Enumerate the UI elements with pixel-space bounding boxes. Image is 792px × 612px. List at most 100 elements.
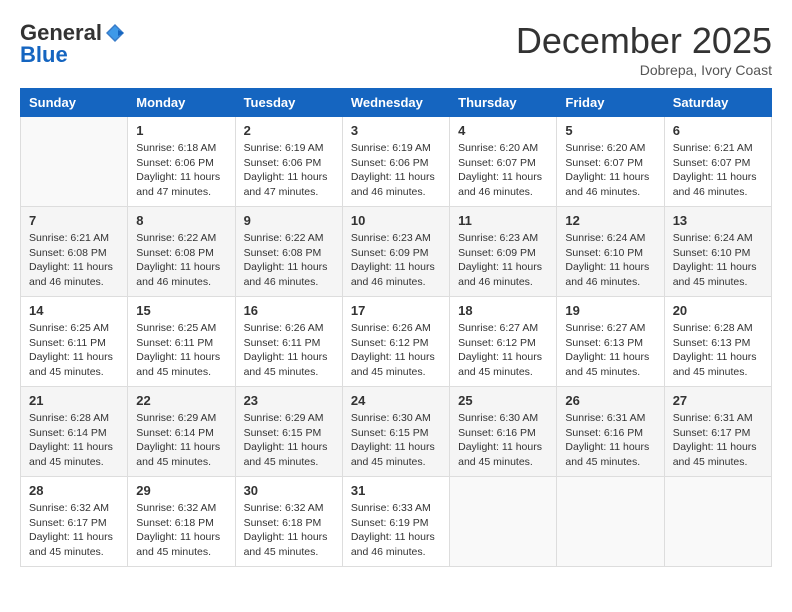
day-number: 16: [244, 303, 334, 318]
calendar-cell: 30Sunrise: 6:32 AM Sunset: 6:18 PM Dayli…: [235, 477, 342, 567]
day-info: Sunrise: 6:26 AM Sunset: 6:12 PM Dayligh…: [351, 321, 441, 380]
calendar-cell: 19 Sunrise: 6:27 AM Sunset: 6:13 PM Dayli…: [557, 297, 664, 387]
day-of-week-header: Sunday: [21, 89, 128, 117]
calendar-cell: 12 Sunrise: 6:24 AM Sunset: 6:10 PM Dayli…: [557, 207, 664, 297]
day-info: Sunrise: 6:31 AM Sunset: 6:16 PM Dayligh…: [565, 411, 655, 470]
calendar-cell: 20 Sunrise: 6:28 AM Sunset: 6:13 PM Dayli…: [664, 297, 771, 387]
calendar-cell: 29 Sunrise: 6:32 AM Sunset: 6:18 PM Dayli…: [128, 477, 235, 567]
day-info: Sunrise: 6:19 AM Sunset: 6:06 PM Dayligh…: [244, 141, 334, 200]
day-info: Sunrise: 6:30 AM Sunset: 6:16 PM Dayligh…: [458, 411, 548, 470]
calendar-cell: 31Sunrise: 6:33 AM Sunset: 6:19 PM Dayli…: [342, 477, 449, 567]
calendar-week-row: 28 Sunrise: 6:32 AM Sunset: 6:17 PM Dayli…: [21, 477, 772, 567]
day-info: Sunrise: 6:28 AM Sunset: 6:14 PM Dayligh…: [29, 411, 119, 470]
calendar-week-row: 1Sunrise: 6:18 AM Sunset: 6:06 PM Daylig…: [21, 117, 772, 207]
calendar-cell: 13 Sunrise: 6:24 AM Sunset: 6:10 PM Dayli…: [664, 207, 771, 297]
day-number: 14: [29, 303, 119, 318]
calendar-cell: 28 Sunrise: 6:32 AM Sunset: 6:17 PM Dayli…: [21, 477, 128, 567]
day-of-week-header: Tuesday: [235, 89, 342, 117]
calendar-cell: 18 Sunrise: 6:27 AM Sunset: 6:12 PM Dayli…: [450, 297, 557, 387]
day-number: 13: [673, 213, 763, 228]
calendar-cell: 17 Sunrise: 6:26 AM Sunset: 6:12 PM Dayli…: [342, 297, 449, 387]
day-of-week-header: Thursday: [450, 89, 557, 117]
day-info: Sunrise: 6:28 AM Sunset: 6:13 PM Dayligh…: [673, 321, 763, 380]
calendar-cell: 5 Sunrise: 6:20 AM Sunset: 6:07 PM Daylig…: [557, 117, 664, 207]
day-info: Sunrise: 6:26 AM Sunset: 6:11 PM Dayligh…: [244, 321, 334, 380]
day-number: 6: [673, 123, 763, 138]
calendar-cell: 7Sunrise: 6:21 AM Sunset: 6:08 PM Daylig…: [21, 207, 128, 297]
day-info: Sunrise: 6:24 AM Sunset: 6:10 PM Dayligh…: [565, 231, 655, 290]
calendar-cell: 15Sunrise: 6:25 AM Sunset: 6:11 PM Dayli…: [128, 297, 235, 387]
day-of-week-header: Saturday: [664, 89, 771, 117]
day-info: Sunrise: 6:31 AM Sunset: 6:17 PM Dayligh…: [673, 411, 763, 470]
day-info: Sunrise: 6:19 AM Sunset: 6:06 PM Dayligh…: [351, 141, 441, 200]
logo-blue-text: Blue: [20, 42, 68, 68]
day-info: Sunrise: 6:23 AM Sunset: 6:09 PM Dayligh…: [351, 231, 441, 290]
calendar-cell: 27 Sunrise: 6:31 AM Sunset: 6:17 PM Dayli…: [664, 387, 771, 477]
day-number: 25: [458, 393, 548, 408]
day-info: Sunrise: 6:22 AM Sunset: 6:08 PM Dayligh…: [244, 231, 334, 290]
day-info: Sunrise: 6:32 AM Sunset: 6:18 PM Dayligh…: [136, 501, 226, 560]
day-number: 9: [244, 213, 334, 228]
logo-icon: [104, 22, 126, 44]
calendar-cell: 10 Sunrise: 6:23 AM Sunset: 6:09 PM Dayli…: [342, 207, 449, 297]
day-number: 28: [29, 483, 119, 498]
month-title: December 2025: [516, 20, 772, 62]
calendar-cell: 4Sunrise: 6:20 AM Sunset: 6:07 PM Daylig…: [450, 117, 557, 207]
calendar-header-row: SundayMondayTuesdayWednesdayThursdayFrid…: [21, 89, 772, 117]
day-number: 2: [244, 123, 334, 138]
day-info: Sunrise: 6:25 AM Sunset: 6:11 PM Dayligh…: [29, 321, 119, 380]
calendar-cell: 16 Sunrise: 6:26 AM Sunset: 6:11 PM Dayli…: [235, 297, 342, 387]
day-number: 4: [458, 123, 548, 138]
day-number: 17: [351, 303, 441, 318]
day-number: 7: [29, 213, 119, 228]
day-info: Sunrise: 6:24 AM Sunset: 6:10 PM Dayligh…: [673, 231, 763, 290]
day-number: 18: [458, 303, 548, 318]
day-number: 20: [673, 303, 763, 318]
calendar-cell: 9 Sunrise: 6:22 AM Sunset: 6:08 PM Daylig…: [235, 207, 342, 297]
title-block: December 2025 Dobrepa, Ivory Coast: [516, 20, 772, 78]
day-number: 29: [136, 483, 226, 498]
calendar-cell: 23 Sunrise: 6:29 AM Sunset: 6:15 PM Dayli…: [235, 387, 342, 477]
calendar-cell: 24 Sunrise: 6:30 AM Sunset: 6:15 PM Dayli…: [342, 387, 449, 477]
day-number: 24: [351, 393, 441, 408]
logo: General Blue: [20, 20, 126, 68]
day-info: Sunrise: 6:33 AM Sunset: 6:19 PM Dayligh…: [351, 501, 441, 560]
calendar-cell: 14 Sunrise: 6:25 AM Sunset: 6:11 PM Dayli…: [21, 297, 128, 387]
day-number: 26: [565, 393, 655, 408]
day-number: 8: [136, 213, 226, 228]
calendar-cell: 22Sunrise: 6:29 AM Sunset: 6:14 PM Dayli…: [128, 387, 235, 477]
calendar-cell: [664, 477, 771, 567]
calendar-cell: 21Sunrise: 6:28 AM Sunset: 6:14 PM Dayli…: [21, 387, 128, 477]
day-number: 19: [565, 303, 655, 318]
day-number: 23: [244, 393, 334, 408]
location-text: Dobrepa, Ivory Coast: [516, 62, 772, 78]
day-number: 27: [673, 393, 763, 408]
calendar-cell: 11Sunrise: 6:23 AM Sunset: 6:09 PM Dayli…: [450, 207, 557, 297]
calendar-week-row: 21Sunrise: 6:28 AM Sunset: 6:14 PM Dayli…: [21, 387, 772, 477]
calendar-cell: [450, 477, 557, 567]
day-number: 10: [351, 213, 441, 228]
calendar-week-row: 7Sunrise: 6:21 AM Sunset: 6:08 PM Daylig…: [21, 207, 772, 297]
day-number: 3: [351, 123, 441, 138]
calendar-cell: 2 Sunrise: 6:19 AM Sunset: 6:06 PM Daylig…: [235, 117, 342, 207]
day-of-week-header: Monday: [128, 89, 235, 117]
day-number: 12: [565, 213, 655, 228]
calendar-cell: 26 Sunrise: 6:31 AM Sunset: 6:16 PM Dayli…: [557, 387, 664, 477]
calendar-cell: [557, 477, 664, 567]
day-info: Sunrise: 6:32 AM Sunset: 6:18 PM Dayligh…: [244, 501, 334, 560]
day-info: Sunrise: 6:20 AM Sunset: 6:07 PM Dayligh…: [565, 141, 655, 200]
day-info: Sunrise: 6:32 AM Sunset: 6:17 PM Dayligh…: [29, 501, 119, 560]
calendar-cell: 1Sunrise: 6:18 AM Sunset: 6:06 PM Daylig…: [128, 117, 235, 207]
day-info: Sunrise: 6:30 AM Sunset: 6:15 PM Dayligh…: [351, 411, 441, 470]
day-info: Sunrise: 6:29 AM Sunset: 6:15 PM Dayligh…: [244, 411, 334, 470]
calendar-cell: 3 Sunrise: 6:19 AM Sunset: 6:06 PM Daylig…: [342, 117, 449, 207]
calendar-cell: 25 Sunrise: 6:30 AM Sunset: 6:16 PM Dayli…: [450, 387, 557, 477]
page-header: General Blue December 2025 Dobrepa, Ivor…: [20, 20, 772, 78]
day-info: Sunrise: 6:23 AM Sunset: 6:09 PM Dayligh…: [458, 231, 548, 290]
day-info: Sunrise: 6:27 AM Sunset: 6:12 PM Dayligh…: [458, 321, 548, 380]
day-number: 5: [565, 123, 655, 138]
day-info: Sunrise: 6:27 AM Sunset: 6:13 PM Dayligh…: [565, 321, 655, 380]
day-info: Sunrise: 6:18 AM Sunset: 6:06 PM Dayligh…: [136, 141, 226, 200]
calendar-week-row: 14 Sunrise: 6:25 AM Sunset: 6:11 PM Dayli…: [21, 297, 772, 387]
day-info: Sunrise: 6:22 AM Sunset: 6:08 PM Dayligh…: [136, 231, 226, 290]
